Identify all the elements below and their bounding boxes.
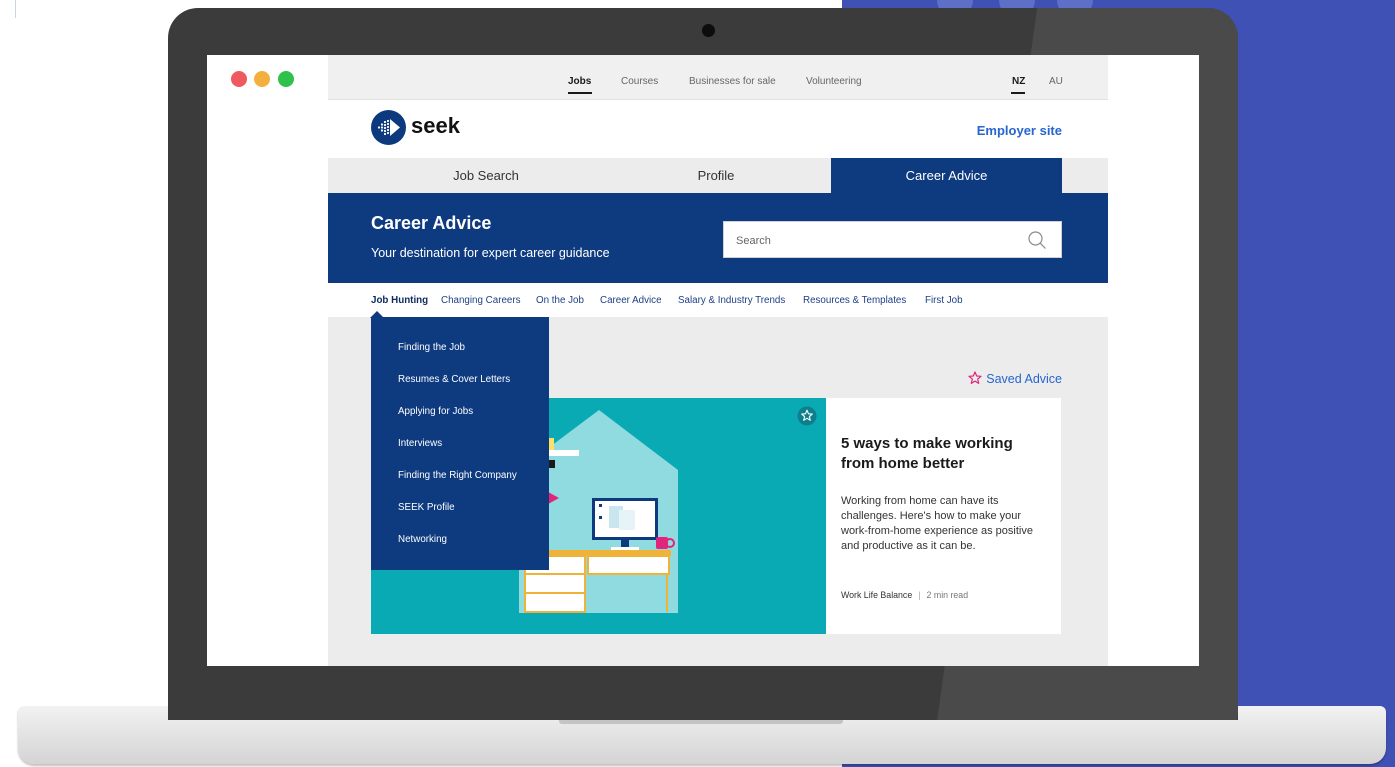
employer-site-link[interactable]: Employer site <box>977 123 1062 138</box>
search-input[interactable] <box>736 233 1016 249</box>
article-description: Working from home can have its challenge… <box>841 495 1033 552</box>
article-category[interactable]: Work Life Balance <box>841 590 912 600</box>
search-box[interactable] <box>723 221 1062 258</box>
tab-career-advice[interactable]: Career Advice <box>831 158 1062 193</box>
dropdown-item-right-company[interactable]: Finding the Right Company <box>398 470 517 481</box>
subnav-first-job[interactable]: First Job <box>925 295 963 306</box>
laptop-lid: Jobs Courses Businesses for sale Volunte… <box>168 8 1238 720</box>
seek-logo-text[interactable]: seek <box>411 113 460 139</box>
page-title: Career Advice <box>371 213 492 233</box>
article-read-time: 2 min read <box>926 590 969 600</box>
job-hunting-dropdown: Finding the Job Resumes & Cover Letters … <box>371 317 549 570</box>
seek-logo-icon[interactable] <box>371 110 406 145</box>
stage: Jobs Courses Businesses for sale Volunte… <box>0 0 1395 767</box>
subnav-job-hunting[interactable]: Job Hunting <box>371 295 428 306</box>
dropdown-item-applying[interactable]: Applying for Jobs <box>398 406 473 417</box>
minimize-window-button[interactable] <box>254 71 270 87</box>
seek-site: seek Employer site Job Search Profile Ca… <box>328 100 1108 666</box>
meta-separator: | <box>918 590 921 600</box>
star-outline-icon <box>968 371 982 384</box>
dropdown-item-interviews[interactable]: Interviews <box>398 438 442 449</box>
active-locale-indicator <box>1011 92 1025 94</box>
article-meta: Work Life Balance | 2 min read <box>841 590 968 600</box>
career-advice-banner: Career Advice Your destination for exper… <box>328 193 1108 283</box>
dropdown-item-networking[interactable]: Networking <box>398 534 447 545</box>
subnav-salary-trends[interactable]: Salary & Industry Trends <box>678 295 785 306</box>
maximize-window-button[interactable] <box>278 71 294 87</box>
tab-job-search[interactable]: Job Search <box>371 158 601 193</box>
search-icon[interactable] <box>1027 230 1047 250</box>
dropdown-caret <box>370 311 384 318</box>
close-window-button[interactable] <box>231 71 247 87</box>
active-top-nav-indicator <box>568 92 592 94</box>
article-title[interactable]: 5 ways to make working from home better <box>841 434 1041 474</box>
top-nav-courses[interactable]: Courses <box>621 76 658 87</box>
corner-divider <box>0 0 16 18</box>
webcam <box>702 24 715 37</box>
subnav-changing-careers[interactable]: Changing Careers <box>441 295 521 306</box>
subnav-resources-templates[interactable]: Resources & Templates <box>803 295 906 306</box>
top-nav-jobs[interactable]: Jobs <box>568 76 591 87</box>
browser-window: Jobs Courses Businesses for sale Volunte… <box>207 55 1199 666</box>
top-nav-businesses[interactable]: Businesses for sale <box>689 76 776 87</box>
locale-nz[interactable]: NZ <box>1012 76 1025 87</box>
locale-au[interactable]: AU <box>1049 76 1063 87</box>
category-nav: Job Hunting Changing Careers On the Job … <box>328 283 1108 317</box>
subnav-on-the-job[interactable]: On the Job <box>536 295 584 306</box>
saved-advice-label: Saved Advice <box>986 372 1062 386</box>
page-subtitle: Your destination for expert career guida… <box>371 246 610 260</box>
subnav-career-advice[interactable]: Career Advice <box>600 295 662 306</box>
main-tabs: Job Search Profile Career Advice <box>328 158 1108 193</box>
dropdown-item-seek-profile[interactable]: SEEK Profile <box>398 502 455 513</box>
top-nav-volunteering[interactable]: Volunteering <box>806 76 862 87</box>
saved-advice-link[interactable]: Saved Advice <box>968 371 1062 386</box>
dropdown-item-resumes[interactable]: Resumes & Cover Letters <box>398 374 510 385</box>
dropdown-item-finding-the-job[interactable]: Finding the Job <box>398 342 465 353</box>
site-header: seek Employer site <box>328 100 1108 158</box>
bookmark-star-icon[interactable] <box>797 406 817 426</box>
article-text: 5 ways to make working from home better … <box>841 398 1051 634</box>
tab-profile[interactable]: Profile <box>601 158 831 193</box>
top-bar: Jobs Courses Businesses for sale Volunte… <box>328 55 1108 100</box>
